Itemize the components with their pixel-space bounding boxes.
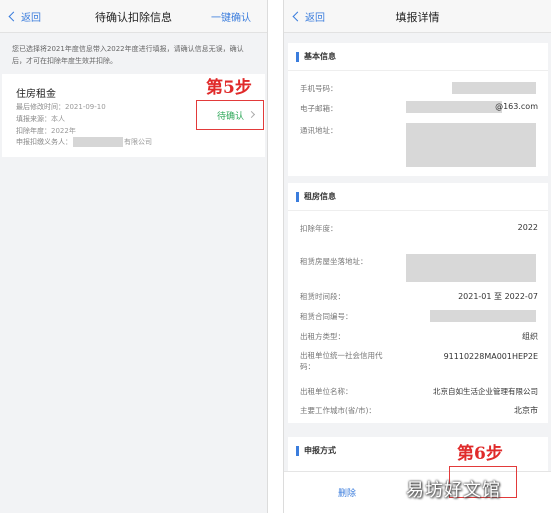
masked-email <box>406 101 502 113</box>
address-label: 通讯地址： <box>300 126 338 135</box>
section-header: 基本信息 <box>288 43 548 71</box>
masked-phone <box>452 82 536 94</box>
section-header: 租房信息 <box>288 183 548 211</box>
lessor-type-label: 出租方类型： <box>300 332 345 341</box>
last-modified-label: 最后修改时间： <box>16 103 65 111</box>
section-bar <box>296 446 299 456</box>
source: 填报来源：本人 <box>16 114 65 124</box>
deduction-year: 扣除年度：2022年 <box>16 126 76 136</box>
lessor-name-label: 出租单位名称： <box>300 387 353 396</box>
source-label: 填报来源： <box>16 115 51 123</box>
lessor-name-value: 北京自如生活企业管理有限公司 <box>433 387 538 396</box>
rent-period-value: 2021-01 至 2022-07 <box>458 292 538 301</box>
house-address-label: 租赁房屋坐落地址： <box>300 257 368 266</box>
watermark-text: 易坊好文馆 <box>406 480 501 501</box>
year-value: 2022年 <box>51 127 76 135</box>
payer-suffix: 有限公司 <box>124 138 152 146</box>
masked-address <box>406 123 536 167</box>
masked-block <box>73 137 123 147</box>
page-title: 填报详情 <box>395 11 440 24</box>
email-suffix: @163.com <box>495 102 538 111</box>
rent-year-value: 2022 <box>517 223 538 232</box>
step-6-label: 第6步 <box>457 444 503 464</box>
pending-confirm-button[interactable]: 待确认 <box>196 100 264 130</box>
last-modified: 最后修改时间：2021-09-10 <box>16 102 106 112</box>
year-label: 扣除年度： <box>16 127 51 135</box>
left-navbar: 返回 待确认扣除信息 一键确认 <box>0 0 267 33</box>
section-title: 租房信息 <box>304 192 336 201</box>
rent-period-label: 租赁时间段： <box>300 292 345 301</box>
right-screen: 返回 填报详情 基本信息 手机号码： 电子邮箱： @163.com 通讯地址： … <box>283 0 551 513</box>
rent-year-label: 扣除年度： <box>300 224 338 233</box>
section-title: 申报方式 <box>304 446 336 455</box>
credit-code-value: 91110228MA001HEP2E <box>443 352 538 361</box>
work-city-value: 北京市 <box>514 406 538 415</box>
chevron-right-icon <box>247 110 256 119</box>
section-header: 申报方式 <box>288 437 548 465</box>
credit-code-label-line2: 码： <box>300 362 315 371</box>
left-screen: 返回 待确认扣除信息 一键确认 您已选择将2021年度信息带入2022年度进行填… <box>0 0 268 513</box>
payer-label: 申报扣缴义务人： <box>16 138 72 146</box>
delete-button[interactable]: 删除 <box>338 486 356 499</box>
step-5-label: 第5步 <box>206 78 252 98</box>
masked-contract <box>430 310 536 322</box>
section-title: 基本信息 <box>304 52 336 61</box>
contract-label: 租赁合同编号： <box>300 312 353 321</box>
basic-info-section: 基本信息 手机号码： 电子邮箱： @163.com 通讯地址： <box>288 43 548 176</box>
rent-info-section: 租房信息 扣除年度： 2022 租赁房屋坐落地址： 租赁时间段： 2021-01… <box>288 183 548 423</box>
pending-confirm-label: 待确认 <box>217 112 245 122</box>
last-modified-value: 2021-09-10 <box>65 103 106 111</box>
credit-code-label: 出租单位统一社会信用代 码： <box>300 350 383 372</box>
confirm-all-button[interactable]: 一键确认 <box>211 9 251 24</box>
right-navbar: 返回 填报详情 <box>284 0 551 33</box>
phone-label: 手机号码： <box>300 84 338 93</box>
source-value: 本人 <box>51 115 65 123</box>
email-label: 电子邮箱： <box>300 104 338 113</box>
credit-code-label-line1: 出租单位统一社会信用代 <box>300 351 383 360</box>
section-bar <box>296 192 299 202</box>
section-bar <box>296 52 299 62</box>
payer: 申报扣缴义务人： 有限公司 <box>16 137 152 147</box>
lessor-type-value: 组织 <box>522 332 538 341</box>
work-city-label: 主要工作城市(省/市)： <box>300 406 376 415</box>
masked-house-address <box>406 254 536 282</box>
card-title: 住房租金 <box>16 89 56 100</box>
